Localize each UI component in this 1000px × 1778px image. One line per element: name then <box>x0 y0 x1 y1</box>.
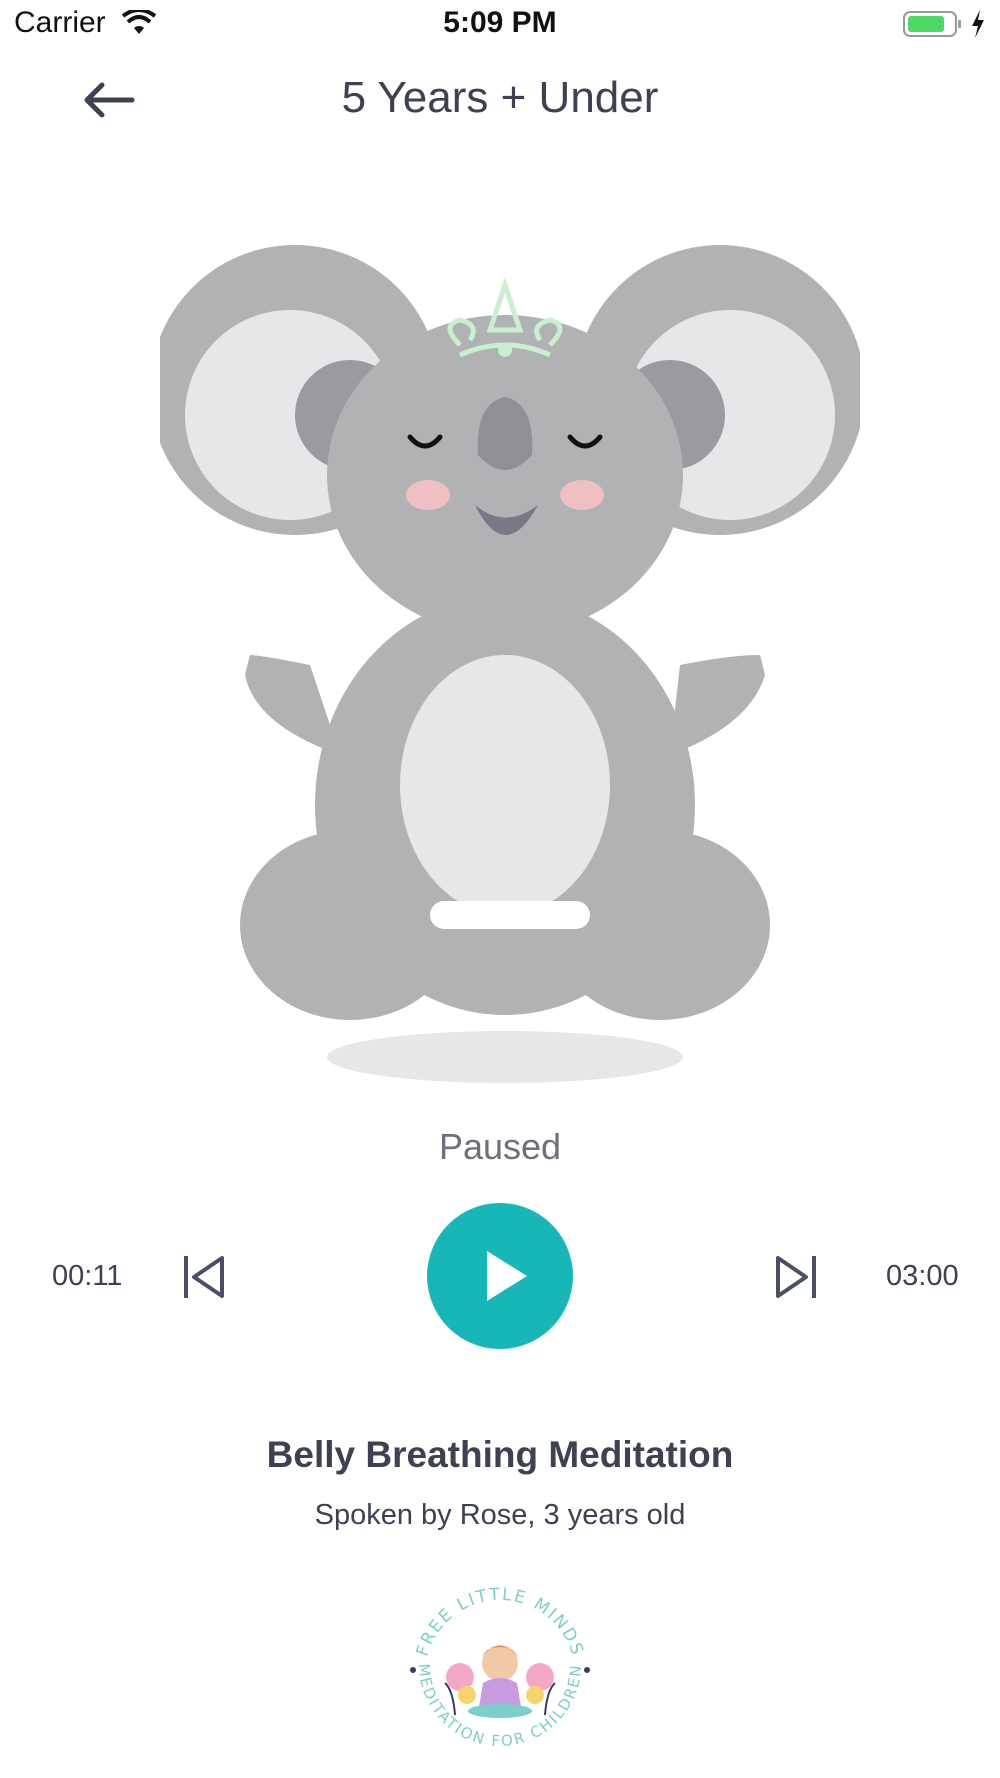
track-subtitle: Spoken by Rose, 3 years old <box>314 1499 686 1531</box>
free-little-minds-logo: FREE LITTLE MINDS MEDITATION FOR CHILDRE… <box>410 1585 590 1750</box>
track-title: Belly Breathing Meditation <box>266 1434 734 1475</box>
charging-icon <box>972 10 984 38</box>
status-time: 5:09 PM <box>443 6 557 39</box>
previous-button[interactable] <box>180 1252 230 1302</box>
play-icon <box>487 1251 527 1301</box>
skip-next-icon <box>776 1256 816 1298</box>
battery-icon <box>903 11 961 37</box>
playback-state: Paused <box>438 1126 562 1167</box>
play-button[interactable] <box>427 1203 573 1349</box>
skip-previous-icon <box>184 1256 224 1298</box>
page-title: 5 Years + Under <box>341 73 659 122</box>
koala-illustration <box>160 245 860 1083</box>
total-time: 03:00 <box>886 1260 959 1292</box>
next-button[interactable] <box>770 1252 820 1302</box>
elapsed-time: 00:11 <box>52 1260 123 1292</box>
